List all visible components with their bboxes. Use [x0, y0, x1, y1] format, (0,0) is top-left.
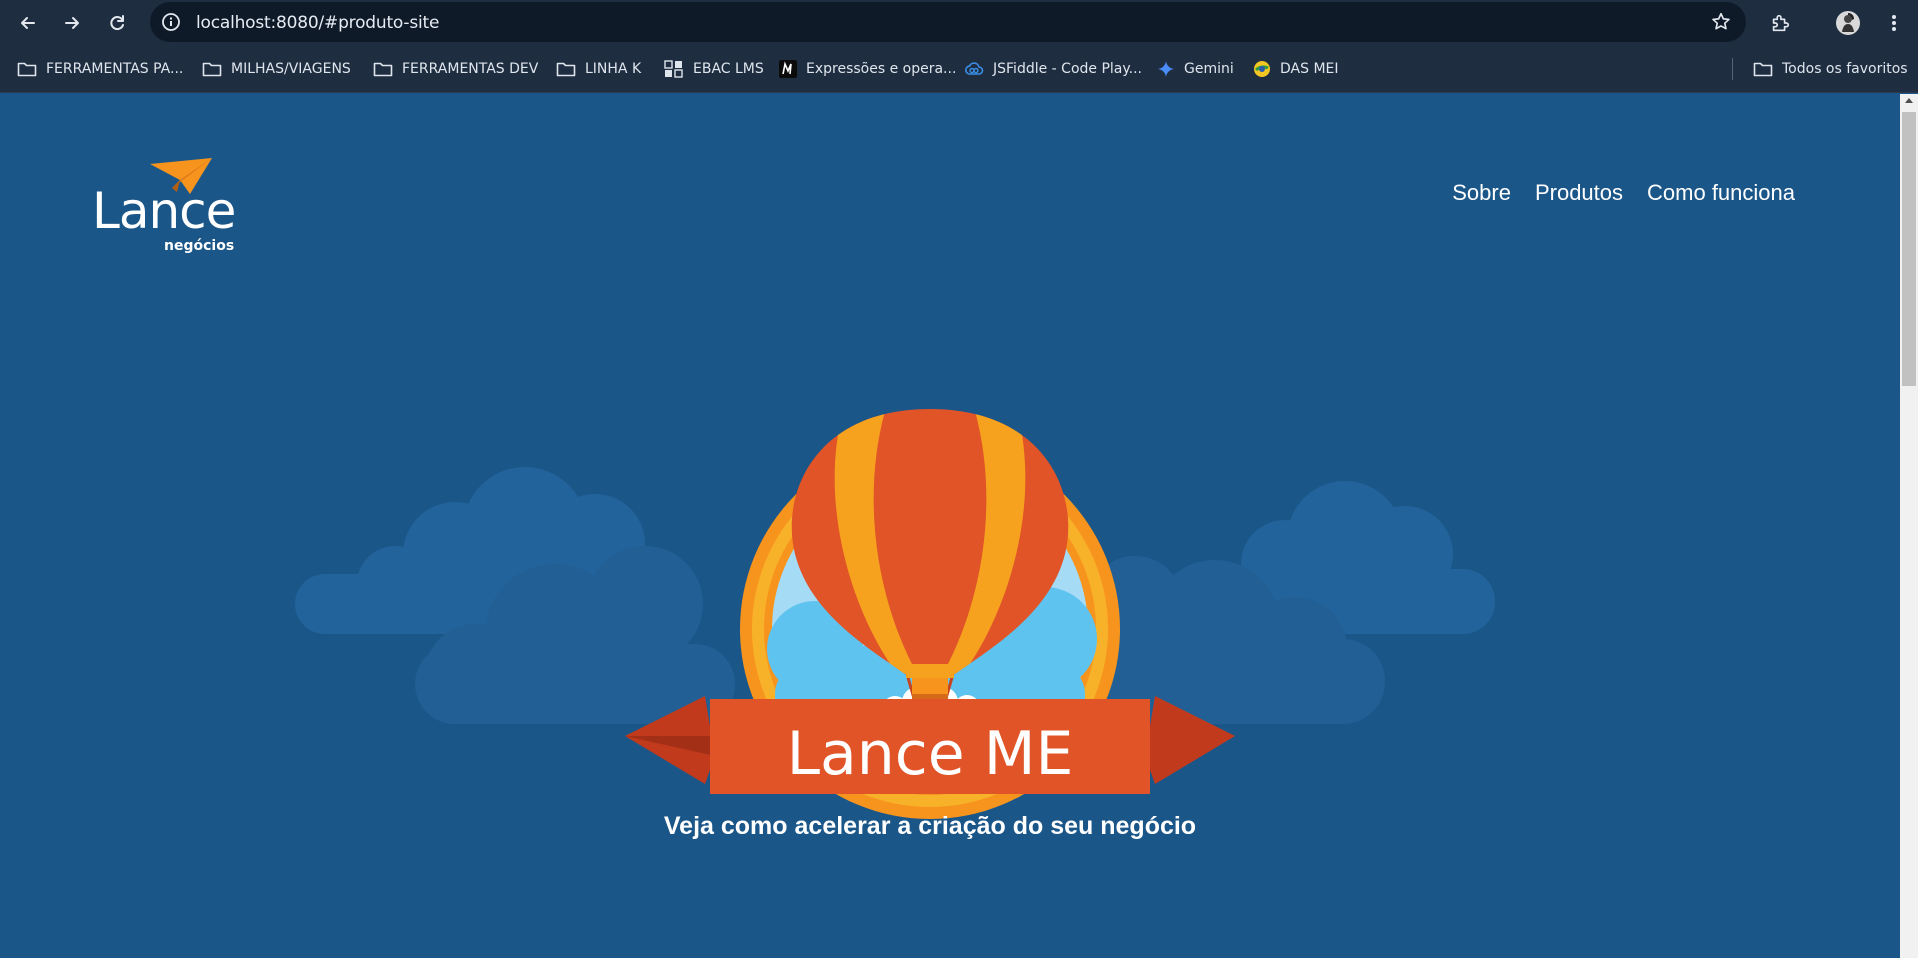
nav-link-produtos[interactable]: Produtos — [1535, 180, 1623, 206]
bookmark-link[interactable]: Expressões e opera... — [779, 57, 956, 81]
bookmark-link[interactable]: JSFiddle - Code Play... — [964, 57, 1142, 81]
page-scrollbar[interactable] — [1900, 94, 1918, 958]
back-button[interactable] — [14, 9, 42, 37]
bookmark-label: FERRAMENTAS DEV — [402, 61, 539, 77]
bookmark-label: LINHA K — [585, 61, 642, 77]
bookmark-link[interactable]: EBAC LMS — [664, 57, 764, 81]
more-vertical-icon — [1892, 15, 1896, 31]
address-bar[interactable]: localhost:8080/#produto-site — [150, 2, 1746, 42]
all-bookmarks-folder[interactable]: Todos os favoritos — [1753, 57, 1908, 81]
folder-icon — [556, 62, 576, 77]
bookmark-folder[interactable]: LINHA K — [556, 57, 641, 81]
all-bookmarks-label: Todos os favoritos — [1782, 61, 1908, 77]
folder-icon — [202, 62, 222, 77]
hero-tagline: Veja como acelerar a criação do seu negó… — [663, 812, 1197, 840]
ebac-icon — [664, 60, 683, 78]
bookmarks-bar: FERRAMENTAS PA... MILHAS/VIAGENS FERRAME… — [0, 45, 1918, 93]
extensions-button[interactable] — [1766, 9, 1794, 37]
bookmark-label: Expressões e opera... — [806, 61, 957, 77]
page-viewport: Lance negócios Sobre Produtos Como funci… — [0, 94, 1900, 958]
bookmark-folder[interactable]: FERRAMENTAS PA... — [17, 57, 183, 81]
jsfiddle-icon — [965, 62, 984, 75]
puzzle-icon — [1772, 14, 1790, 32]
scroll-up-arrow-icon[interactable] — [1905, 98, 1913, 103]
bookmark-label: FERRAMENTAS PA... — [46, 61, 184, 77]
browser-menu-button[interactable] — [1880, 9, 1908, 37]
site-info-icon[interactable] — [161, 12, 181, 32]
bookmark-folder[interactable]: FERRAMENTAS DEV — [373, 57, 538, 81]
arrow-left-icon — [21, 17, 35, 29]
das-icon — [1254, 61, 1270, 77]
bookmark-label: JSFiddle - Code Play... — [993, 61, 1143, 77]
site-logo[interactable]: Lance negócios — [92, 158, 242, 258]
m-icon — [779, 60, 797, 78]
hero-illustration: Lance ME — [295, 409, 1495, 819]
main-nav: Sobre Produtos Como funciona — [1452, 180, 1795, 206]
avatar-icon — [1836, 11, 1860, 35]
scrollbar-thumb[interactable] — [1902, 112, 1916, 386]
bookmarks-divider — [1732, 58, 1733, 80]
folder-icon — [373, 62, 393, 77]
bookmark-label: EBAC LMS — [693, 61, 764, 77]
profile-avatar-button[interactable] — [1834, 9, 1862, 37]
nav-link-como-funciona[interactable]: Como funciona — [1647, 180, 1795, 206]
banner-text: Lance ME — [787, 719, 1074, 789]
folder-icon — [17, 62, 37, 77]
url-text[interactable]: localhost:8080/#produto-site — [196, 13, 439, 33]
bookmark-label: DAS MEI — [1280, 61, 1339, 77]
folder-icon — [1753, 62, 1773, 77]
bookmark-star-icon[interactable] — [1710, 11, 1732, 33]
arrow-right-icon — [65, 17, 79, 29]
bookmark-label: Gemini — [1184, 61, 1234, 77]
nav-link-sobre[interactable]: Sobre — [1452, 180, 1511, 206]
bookmark-label: MILHAS/VIAGENS — [231, 61, 351, 77]
ribbon-banner: Lance ME — [625, 696, 1235, 794]
forward-button[interactable] — [58, 9, 86, 37]
logo-subtitle: negócios — [164, 238, 235, 254]
gemini-icon — [1158, 61, 1174, 77]
reload-button[interactable] — [103, 9, 131, 37]
bookmark-link[interactable]: DAS MEI — [1253, 57, 1339, 81]
browser-toolbar: localhost:8080/#produto-site — [0, 0, 1918, 45]
reload-icon — [110, 15, 124, 31]
logo-wordmark: Lance — [92, 182, 236, 240]
bookmark-link[interactable]: Gemini — [1157, 57, 1234, 81]
bookmark-folder[interactable]: MILHAS/VIAGENS — [202, 57, 351, 81]
